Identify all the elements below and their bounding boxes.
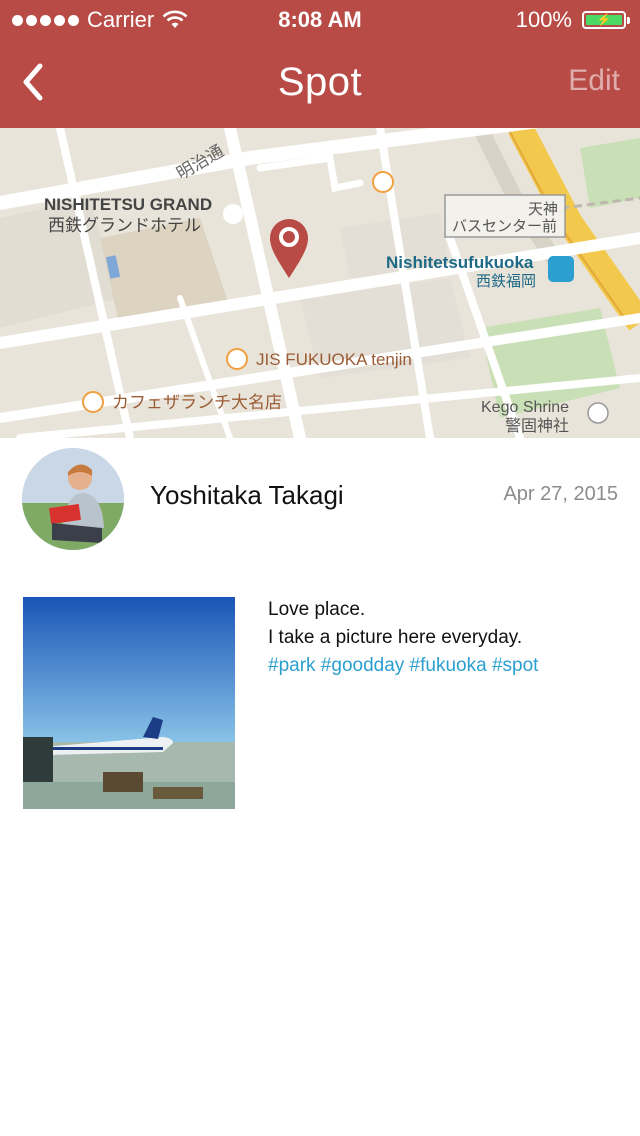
user-photo bbox=[22, 448, 124, 550]
map-label: Nishitetsufukuoka bbox=[386, 253, 534, 272]
avatar[interactable] bbox=[22, 448, 124, 550]
map-label: 西鉄福岡 bbox=[476, 273, 536, 290]
map-label: NISHITETSU GRAND bbox=[44, 195, 212, 214]
shrine-icon bbox=[587, 402, 609, 424]
status-bar: Carrier 8:08 AM 100% ⚡ bbox=[0, 0, 640, 40]
caption-line: Love place. bbox=[268, 599, 366, 620]
map-canvas: NISHITETSU GRAND 西鉄グランドホテル 明治通 天神 バスセンター… bbox=[0, 128, 640, 438]
caption-line: I take a picture here everyday. bbox=[268, 627, 523, 648]
post-caption: Love place. I take a picture here everyd… bbox=[268, 596, 628, 680]
map-label: 警固神社 bbox=[505, 417, 569, 435]
hashtags[interactable]: #park #goodday #fukuoka #spot bbox=[268, 652, 628, 680]
nav-bar: Spot Edit bbox=[0, 40, 640, 128]
page-title: Spot bbox=[277, 60, 363, 104]
hotel-icon bbox=[223, 204, 243, 224]
cafe-icon bbox=[82, 391, 104, 413]
map-label: Kego Shrine bbox=[481, 399, 569, 416]
profile-row: Yoshitaka Takagi Apr 27, 2015 bbox=[0, 438, 640, 558]
restaurant-icon bbox=[372, 171, 394, 193]
user-name[interactable]: Yoshitaka Takagi bbox=[150, 480, 344, 511]
post-photo[interactable] bbox=[23, 597, 235, 809]
map-label: カフェザランチ大名店 bbox=[112, 393, 282, 412]
map-view[interactable]: NISHITETSU GRAND 西鉄グランドホテル 明治通 天神 バスセンター… bbox=[0, 128, 640, 438]
navigation-header: Carrier 8:08 AM 100% ⚡ Spot Edit bbox=[0, 0, 640, 128]
train-station-icon bbox=[548, 256, 574, 282]
battery-icon: ⚡ bbox=[582, 11, 630, 29]
restaurant-icon bbox=[226, 348, 248, 370]
battery-info: 100% ⚡ bbox=[515, 7, 630, 33]
edit-button[interactable]: Edit bbox=[568, 64, 620, 98]
map-label: バスセンター前 bbox=[452, 218, 557, 235]
battery-percent: 100% bbox=[515, 7, 572, 32]
map-label: JIS FUKUOKA tenjin bbox=[256, 350, 412, 369]
map-label: 天神 bbox=[528, 201, 558, 218]
post-date: Apr 27, 2015 bbox=[503, 483, 618, 505]
airplane-photo bbox=[23, 597, 235, 809]
map-label: 西鉄グランドホテル bbox=[48, 216, 201, 235]
